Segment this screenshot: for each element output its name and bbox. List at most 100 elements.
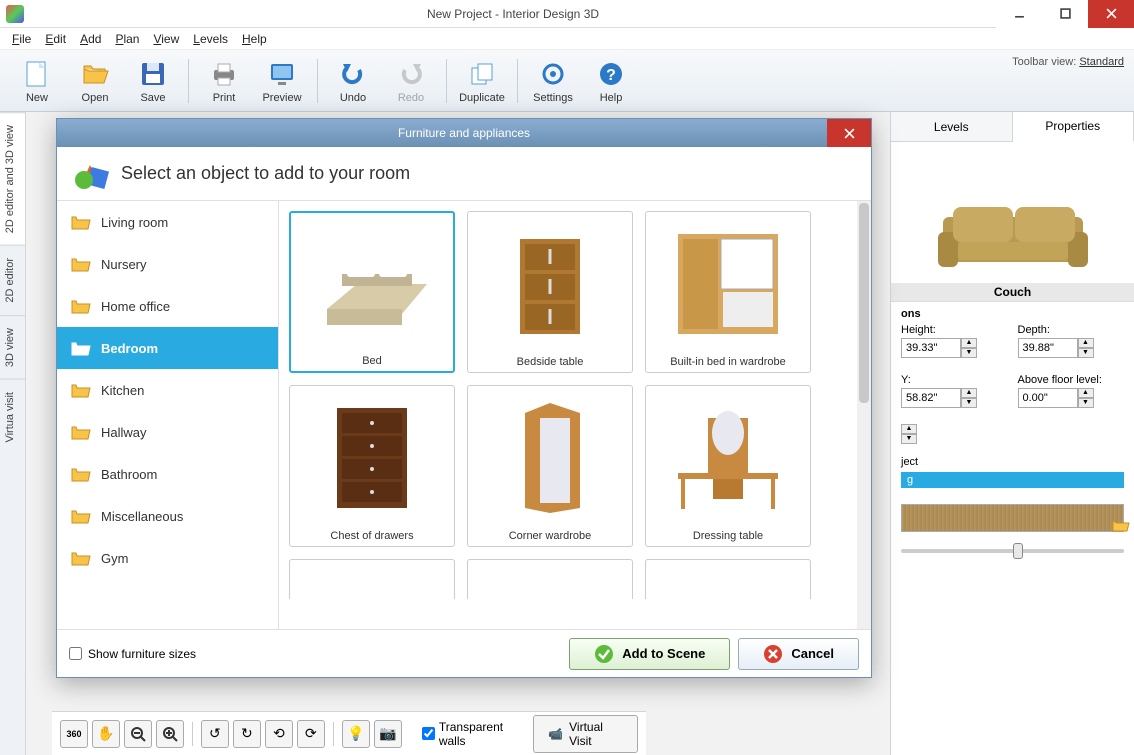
menu-file[interactable]: File xyxy=(6,30,37,48)
furniture-thumb xyxy=(290,386,454,530)
svg-text:?: ? xyxy=(606,67,616,84)
print-button[interactable]: Print xyxy=(195,53,253,109)
redo-button[interactable]: Redo xyxy=(382,53,440,109)
tab-virtual-visit[interactable]: Virtua visit xyxy=(0,379,25,455)
tab-2d[interactable]: 2D editor xyxy=(0,245,25,315)
undo-button[interactable]: Undo xyxy=(324,53,382,109)
pan-button[interactable]: ✋ xyxy=(92,720,120,748)
toolbar-view-link[interactable]: Standard xyxy=(1079,56,1124,68)
cancel-button[interactable]: Cancel xyxy=(738,638,859,670)
furniture-card-partial[interactable] xyxy=(467,559,633,599)
preview-button[interactable]: Preview xyxy=(253,53,311,109)
y-spinner[interactable]: ▲▼ xyxy=(961,388,977,408)
category-home-office[interactable]: Home office xyxy=(57,285,278,327)
category-bedroom[interactable]: Bedroom xyxy=(57,327,278,369)
furniture-label: Bedside table xyxy=(517,356,584,368)
extra-spinner[interactable]: ▲▼ xyxy=(901,424,917,444)
category-miscellaneous[interactable]: Miscellaneous xyxy=(57,495,278,537)
category-gym[interactable]: Gym xyxy=(57,537,278,579)
help-button[interactable]: ?Help xyxy=(582,53,640,109)
folder-icon xyxy=(71,508,91,524)
transparent-walls-checkbox[interactable] xyxy=(422,727,435,740)
furniture-label: Bed xyxy=(362,355,382,367)
couch-preview-icon xyxy=(923,187,1103,277)
above-floor-label: Above floor level: xyxy=(1018,374,1125,386)
folder-icon xyxy=(71,256,91,272)
material-slider[interactable] xyxy=(901,542,1124,560)
menu-add[interactable]: Add xyxy=(74,30,107,48)
menu-view[interactable]: View xyxy=(147,30,185,48)
furniture-thumb xyxy=(646,386,810,530)
settings-button[interactable]: Settings xyxy=(524,53,582,109)
tab-3d[interactable]: 3D view xyxy=(0,315,25,379)
above-spinner[interactable]: ▲▼ xyxy=(1078,388,1094,408)
lighting-button[interactable]: 💡 xyxy=(342,720,370,748)
camera-button[interactable]: 📷 xyxy=(374,720,402,748)
save-button[interactable]: Save xyxy=(124,53,182,109)
grid-scrollbar[interactable] xyxy=(857,201,871,629)
view-360-button[interactable]: 360 xyxy=(60,720,88,748)
dialog-close-button[interactable] xyxy=(827,119,871,147)
furniture-card-dressing-table[interactable]: Dressing table xyxy=(645,385,811,547)
add-to-scene-button[interactable]: Add to Scene xyxy=(569,638,730,670)
folder-icon xyxy=(71,382,91,398)
category-living-room[interactable]: Living room xyxy=(57,201,278,243)
dialog-heading: Select an object to add to your room xyxy=(121,163,410,184)
rotate-cw-button[interactable]: ↻ xyxy=(233,720,261,748)
height-spinner[interactable]: ▲▼ xyxy=(961,338,977,358)
zoom-in-button[interactable] xyxy=(156,720,184,748)
orbit-right-button[interactable]: ⟳ xyxy=(297,720,325,748)
depth-input[interactable] xyxy=(1018,338,1078,358)
depth-spinner[interactable]: ▲▼ xyxy=(1078,338,1094,358)
open-button[interactable]: Open xyxy=(66,53,124,109)
folder-icon xyxy=(71,466,91,482)
menu-edit[interactable]: Edit xyxy=(39,30,72,48)
furniture-card-bed[interactable]: Bed xyxy=(289,211,455,373)
furniture-card-chest-of-drawers[interactable]: Chest of drawers xyxy=(289,385,455,547)
category-nursery[interactable]: Nursery xyxy=(57,243,278,285)
furniture-card-partial[interactable] xyxy=(645,559,811,599)
maximize-button[interactable] xyxy=(1042,0,1088,28)
show-sizes-checkbox[interactable] xyxy=(69,647,82,660)
material-row-selected[interactable]: g xyxy=(901,472,1124,488)
zoom-out-button[interactable] xyxy=(124,720,152,748)
tab-properties[interactable]: Properties xyxy=(1013,112,1134,142)
height-label: Height: xyxy=(901,324,1008,336)
minimize-button[interactable] xyxy=(996,0,1042,28)
menu-plan[interactable]: Plan xyxy=(109,30,145,48)
material-swatch[interactable] xyxy=(901,504,1124,532)
new-button[interactable]: New xyxy=(8,53,66,109)
tab-2d-3d[interactable]: 2D editor and 3D view xyxy=(0,112,25,245)
dialog-titlebar[interactable]: Furniture and appliances xyxy=(57,119,871,147)
folder-icon xyxy=(71,340,91,356)
tab-levels[interactable]: Levels xyxy=(891,112,1013,141)
height-input[interactable] xyxy=(901,338,961,358)
furniture-thumb xyxy=(291,213,453,355)
furniture-card-built-in-bed-in-wardrobe[interactable]: Built-in bed in wardrobe xyxy=(645,211,811,373)
menu-help[interactable]: Help xyxy=(236,30,273,48)
close-button[interactable] xyxy=(1088,0,1134,28)
folder-icon xyxy=(71,550,91,566)
furniture-thumb xyxy=(646,212,810,356)
category-hallway[interactable]: Hallway xyxy=(57,411,278,453)
furniture-card-corner-wardrobe[interactable]: Corner wardrobe xyxy=(467,385,633,547)
check-icon xyxy=(594,644,614,664)
furniture-card-partial[interactable] xyxy=(289,559,455,599)
dialog-header: Select an object to add to your room xyxy=(57,147,871,201)
browse-material-icon[interactable] xyxy=(1112,518,1130,532)
category-list: Living roomNurseryHome officeBedroomKitc… xyxy=(57,201,279,629)
above-floor-input[interactable] xyxy=(1018,388,1078,408)
y-input[interactable] xyxy=(901,388,961,408)
category-kitchen[interactable]: Kitchen xyxy=(57,369,278,411)
duplicate-button[interactable]: Duplicate xyxy=(453,53,511,109)
virtual-visit-button[interactable]: 📹 Virtual Visit xyxy=(533,715,638,753)
toolbar-view-label: Toolbar view: Standard xyxy=(1012,56,1124,68)
furniture-card-bedside-table[interactable]: Bedside table xyxy=(467,211,633,373)
rotate-ccw-button[interactable]: ↺ xyxy=(201,720,229,748)
menubar: File Edit Add Plan View Levels Help xyxy=(0,28,1134,50)
category-bathroom[interactable]: Bathroom xyxy=(57,453,278,495)
folder-icon xyxy=(71,298,91,314)
menu-levels[interactable]: Levels xyxy=(187,30,234,48)
orbit-left-button[interactable]: ⟲ xyxy=(265,720,293,748)
section-ject: ject xyxy=(901,456,1124,468)
